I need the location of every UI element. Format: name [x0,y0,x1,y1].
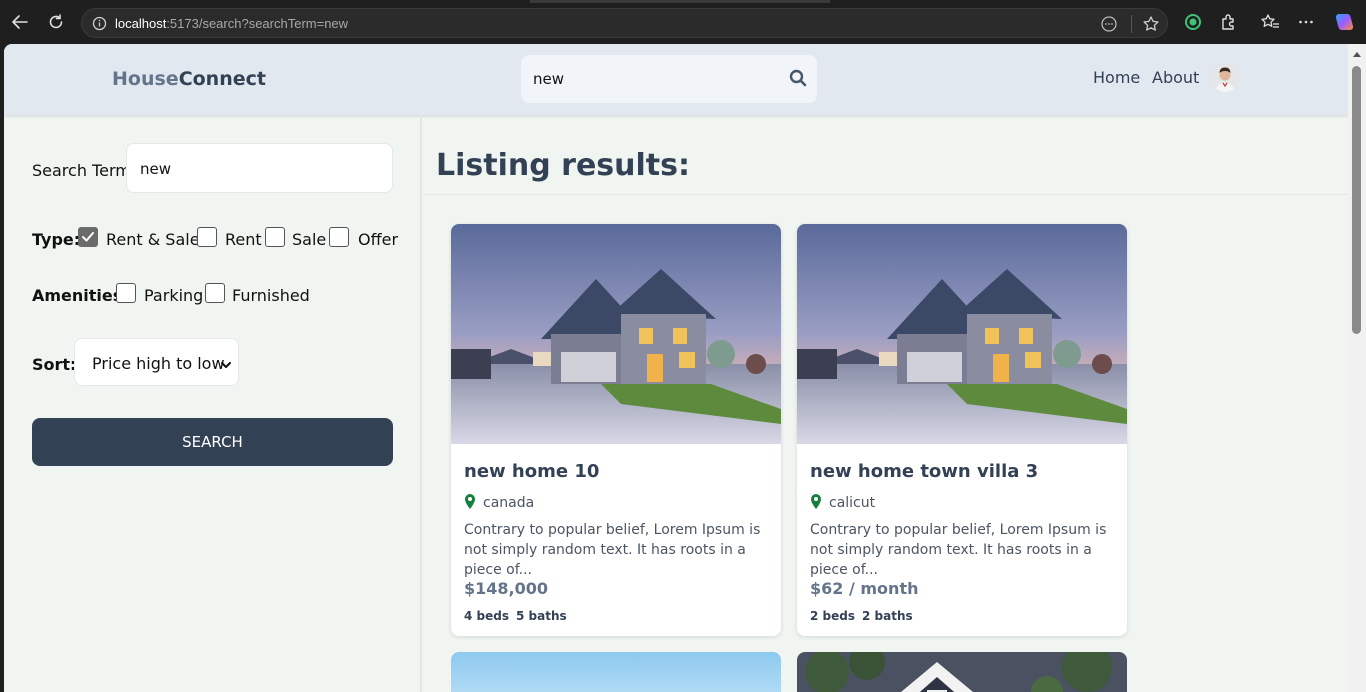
listing-beds: 4 beds [464,609,509,623]
info-icon[interactable] [92,16,107,36]
type-rent-label: Rent [225,230,262,249]
listing-description: Contrary to popular belief, Lorem Ipsum … [810,522,1107,578]
search-button[interactable]: SEARCH [32,418,393,466]
favorites-icon[interactable] [1256,8,1284,36]
header-search-input[interactable]: new [533,70,564,88]
listing-location-text: canada [483,495,535,511]
amenity-parking-label: Parking [144,286,204,305]
browser-toolbar: localhost:5173/search?searchTerm=new [0,0,1366,44]
listing-title[interactable]: new home town villa 3 [810,461,1038,482]
app-header: HouseConnect new Home About [4,44,1348,115]
header-search[interactable]: new [521,55,817,103]
checkbox-sale[interactable] [265,227,285,247]
scrollbar-thumb[interactable] [1352,66,1361,334]
checkbox-rent[interactable] [197,227,217,247]
chevron-down-icon [220,356,232,375]
listing-beds: 2 beds [810,609,855,623]
listing-card[interactable]: new home 10 canada Contrary to popular b… [451,224,781,636]
search-term-value: new [140,160,172,178]
back-icon[interactable] [6,8,34,36]
refresh-icon[interactable] [42,8,70,36]
listing-image[interactable] [797,652,1127,692]
listing-description: Contrary to popular belief, Lorem Ipsum … [464,522,761,578]
search-icon[interactable] [789,69,807,92]
extension-icon[interactable] [1215,8,1243,36]
sort-label: Sort: [32,355,77,374]
listing-card-partial[interactable] [797,652,1127,692]
record-icon[interactable] [1179,8,1207,36]
checkbox-offer[interactable] [329,227,349,247]
nav-home[interactable]: Home [1093,68,1140,87]
tab-strip [0,0,1366,3]
listing-price: $148,000 [464,579,549,598]
checkbox-parking[interactable] [116,283,136,303]
type-sale-label: Sale [292,230,327,249]
listing-location-text: calicut [829,495,876,511]
location-pin-icon [464,494,476,514]
listing-baths: 5 baths [516,609,567,623]
brand-logo[interactable]: HouseConnect [112,68,266,90]
listing-image[interactable] [451,224,781,444]
search-term-input[interactable]: new [126,143,393,193]
amenity-furnished-label: Furnished [232,286,310,305]
favorite-icon[interactable] [1141,14,1161,34]
type-offer-label: Offer [358,230,399,249]
page-scrollbar[interactable] [1348,44,1366,692]
url-path: :5173/search?searchTerm=new [166,16,349,31]
brand-part-house: House [112,68,179,90]
brand-part-connect: Connect [178,68,266,90]
active-tab-indicator [530,0,830,3]
location-pin-icon [810,494,822,514]
listing-card[interactable]: new home town villa 3 calicut Contrary t… [797,224,1127,636]
page-viewport: HouseConnect new Home About Search Term … [4,44,1348,692]
address-divider [1131,15,1132,33]
listing-baths: 2 baths [862,609,913,623]
more-icon[interactable] [1292,8,1320,36]
copilot-icon[interactable] [1330,8,1358,36]
avatar[interactable] [1211,64,1239,92]
checkbox-rent-sale[interactable] [78,227,98,247]
type-rent-sale-label: Rent & Sale [106,230,200,249]
url-text: localhost:5173/search?searchTerm=new [115,16,348,31]
sort-select-value: Price high to low [92,354,225,373]
url-host: localhost [115,16,167,31]
type-label: Type: [32,230,81,249]
results-divider [424,194,1348,195]
listing-card-partial[interactable] [451,652,781,692]
listing-title[interactable]: new home 10 [464,461,599,482]
amenities-label: Amenities: [32,286,129,305]
sort-select[interactable]: Price high to low [74,338,239,386]
reader-icon[interactable] [1099,14,1119,34]
listing-price: $62 / month [810,579,919,598]
scroll-up-icon[interactable] [1353,52,1361,57]
results-title: Listing results: [436,148,690,183]
nav-about[interactable]: About [1152,68,1199,87]
listing-image[interactable] [451,652,781,692]
filter-sidebar: Search Term new Type: Rent & Sale Rent S… [4,115,422,692]
checkbox-furnished[interactable] [205,283,225,303]
search-term-label: Search Term [32,161,131,180]
address-bar[interactable]: localhost:5173/search?searchTerm=new [81,8,1168,38]
listing-image[interactable] [797,224,1127,444]
